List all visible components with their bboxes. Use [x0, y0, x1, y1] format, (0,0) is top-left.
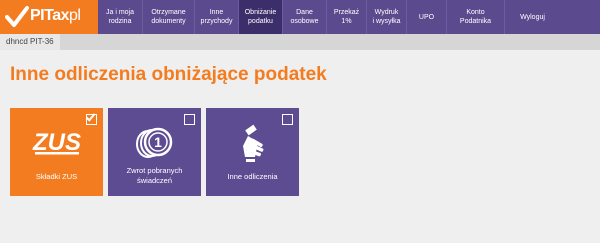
top-navigation: PITaxpl Ja i moja rodzina Otrzymane dokumen…: [0, 0, 600, 34]
checkmark-logo-icon: [5, 6, 29, 27]
tile-checkbox[interactable]: [184, 114, 195, 125]
page-title: Inne odliczenia obniżające podatek: [10, 64, 327, 85]
nav-item[interactable]: UPO: [406, 0, 446, 34]
tile-inne-odliczenia[interactable]: Inne odliczenia: [206, 108, 299, 196]
nav-item[interactable]: Ja i moja rodzina: [98, 0, 142, 34]
breadcrumb[interactable]: dhncd PIT-36: [0, 34, 60, 50]
zus-logo-icon: ZUS: [32, 129, 81, 156]
zus-logo-text: ZUS: [32, 129, 81, 156]
nav-item[interactable]: Inne przychody: [194, 0, 238, 34]
nav-item[interactable]: Wyloguj: [504, 0, 560, 34]
nav-item[interactable]: Wydruk i wysyłka: [366, 0, 406, 34]
coin-value-text: 1: [154, 134, 162, 150]
nav-item[interactable]: Obniżanie podatku: [238, 0, 282, 34]
pitax-logo[interactable]: PITaxpl: [0, 0, 98, 34]
tile-label: Zwrot pobranych świadczeń: [126, 166, 183, 185]
tile-label: Inne odliczenia: [227, 172, 278, 181]
logo-text: PITaxpl: [30, 7, 81, 24]
nav-item[interactable]: Otrzymane dokumenty: [142, 0, 194, 34]
nav-item[interactable]: Przekaż 1%: [326, 0, 366, 34]
nav-item[interactable]: Dane osobowe: [282, 0, 326, 34]
tile-skladki-zus[interactable]: ZUS Składki ZUS: [10, 108, 103, 196]
tile-checkbox[interactable]: [282, 114, 293, 125]
tile-label: Składki ZUS: [35, 172, 78, 181]
breadcrumb-bar: dhncd PIT-36: [0, 34, 600, 50]
checkmark-icon: [85, 111, 96, 122]
tile-checkbox[interactable]: [85, 111, 97, 125]
tile-zwrot-swiadczen[interactable]: 1 Zwrot pobranych świadczeń: [108, 108, 201, 196]
coins-icon: 1: [135, 127, 172, 158]
main-menu: Ja i moja rodzina Otrzymane dokumenty Inne pr…: [98, 0, 560, 34]
hand-pointer-icon: [242, 124, 263, 162]
nav-item[interactable]: Konto Podatnika: [446, 0, 504, 34]
